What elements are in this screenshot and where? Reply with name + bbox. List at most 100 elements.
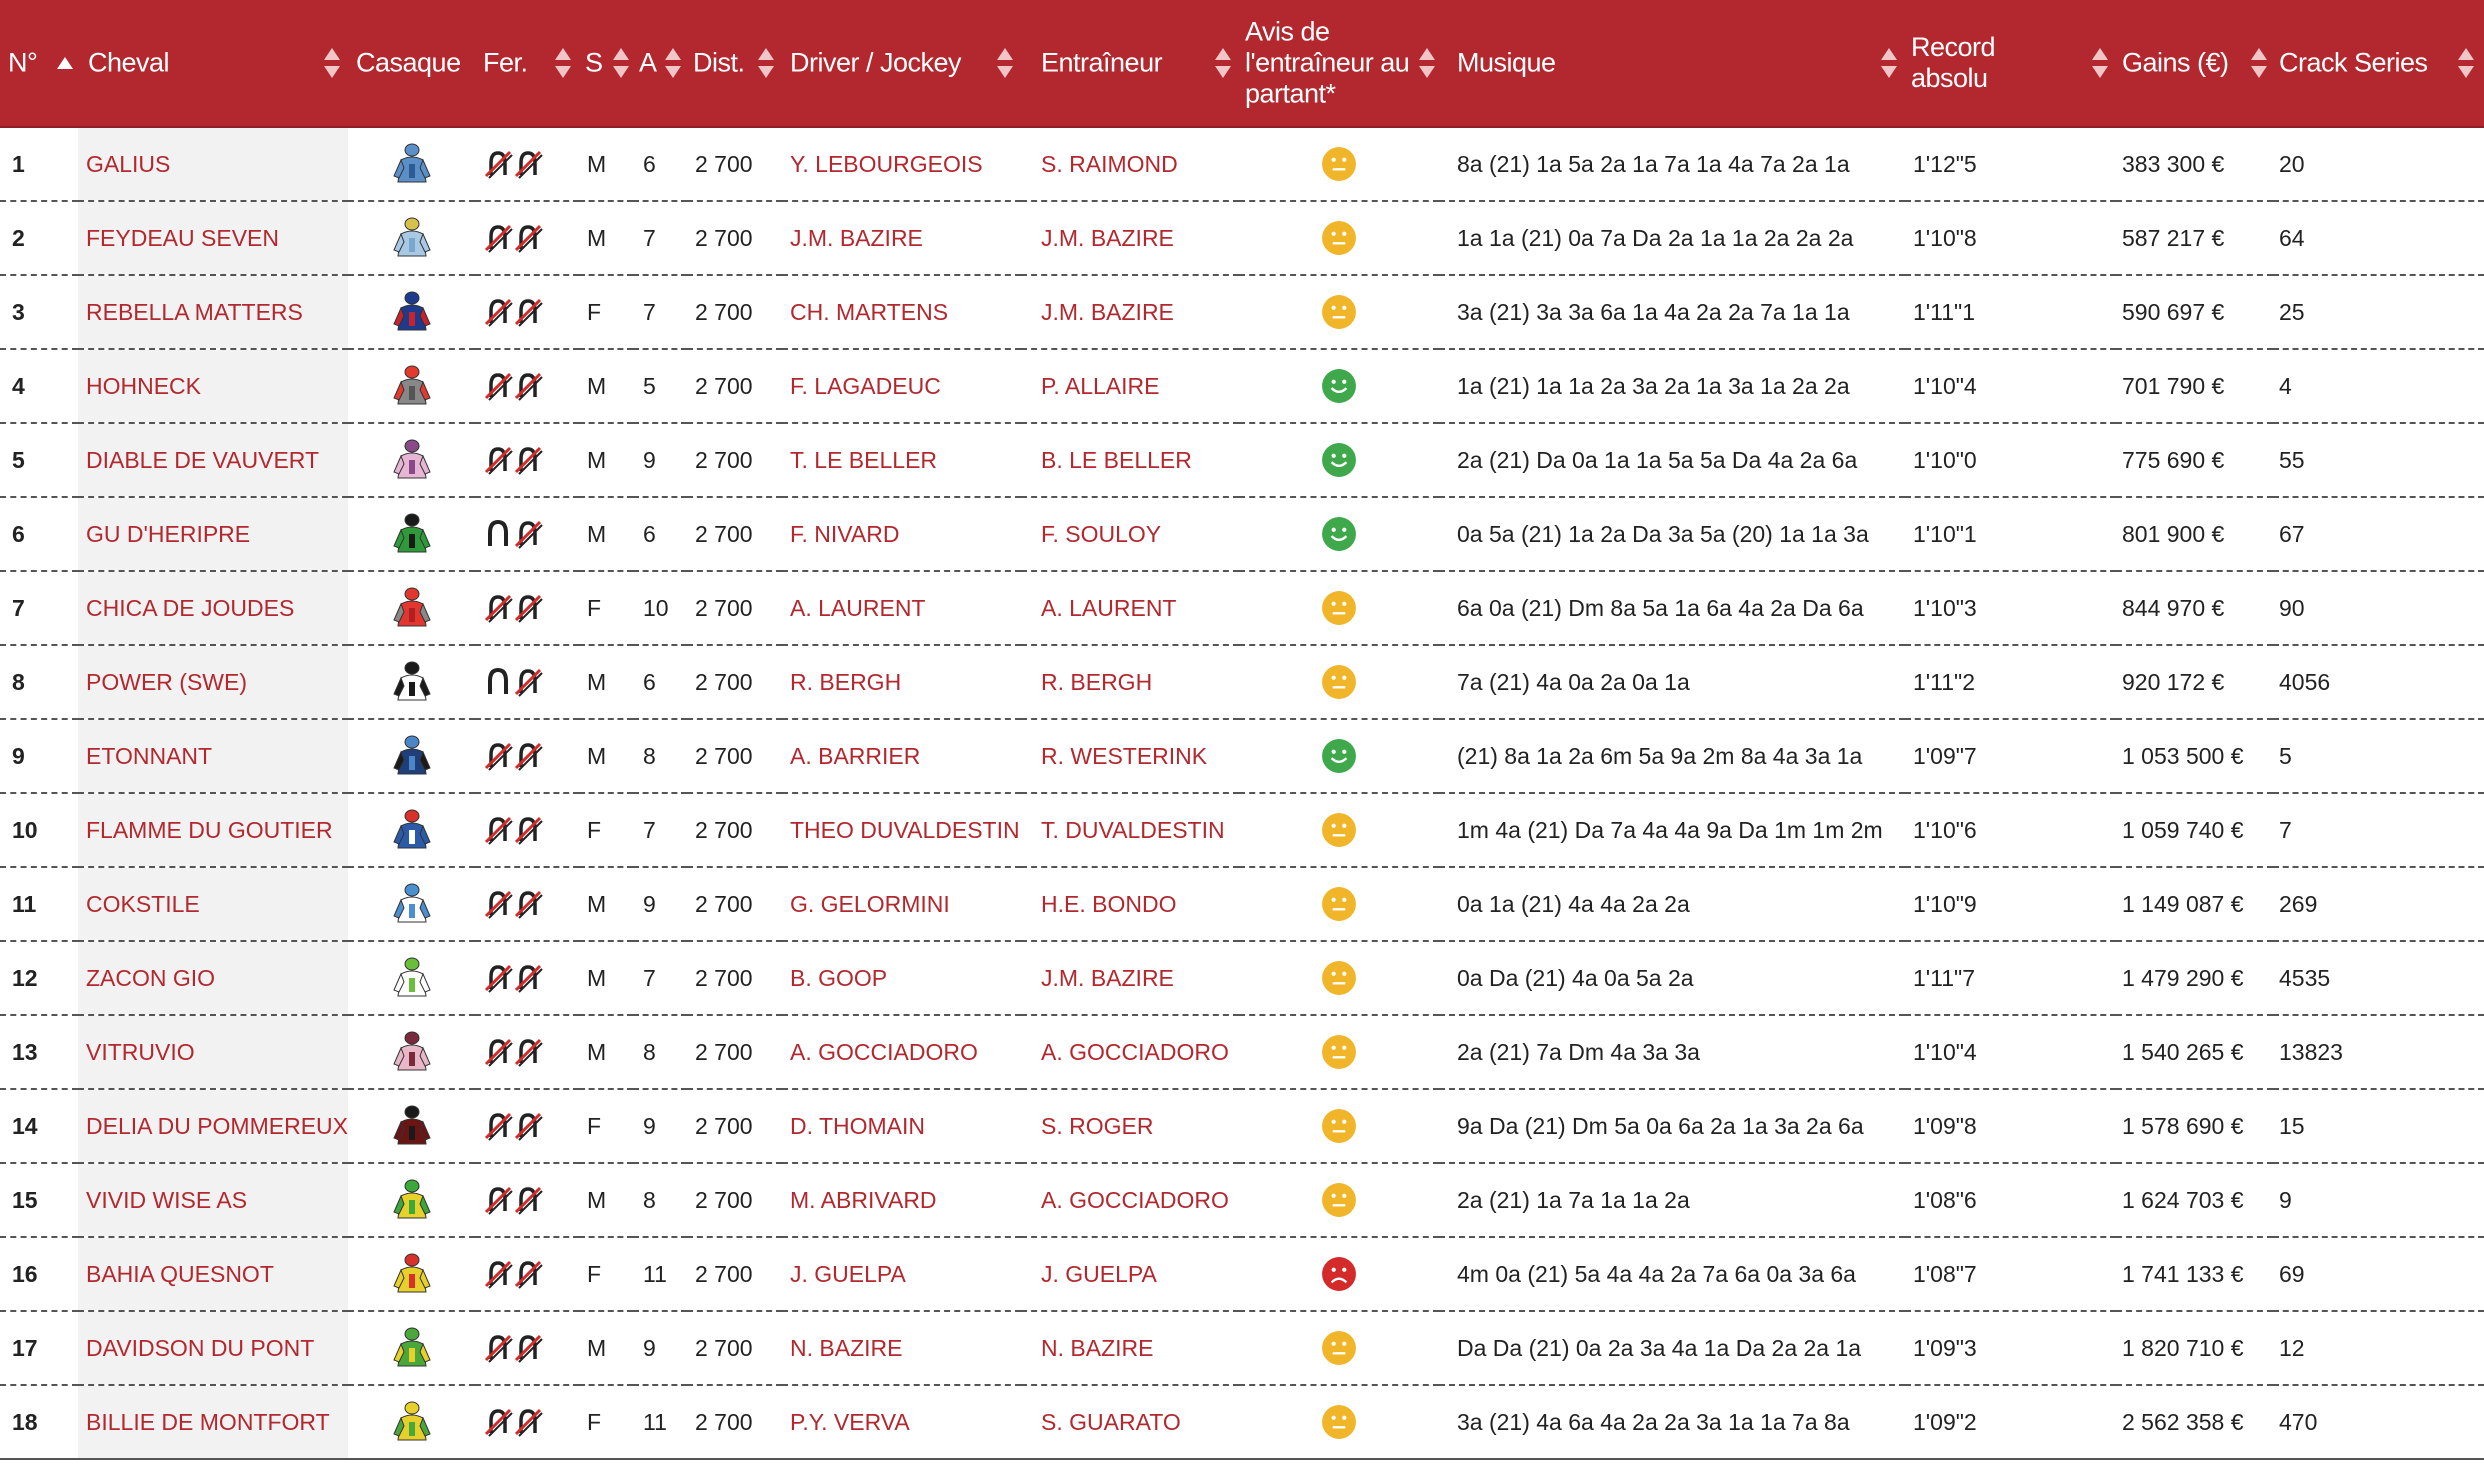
trainer-link[interactable]: R. BERGH (1021, 645, 1239, 720)
table-row[interactable]: 8 POWER (SWE) M 6 2 700 R. BERGH R. BERGH 7a (2… (0, 645, 2484, 720)
horse-name-link[interactable]: VITRUVIO (78, 1015, 348, 1090)
table-row[interactable]: 6 GU D'HERIPRE M 6 2 700 F. NIVARD F. SOULOY 0a… (0, 497, 2484, 572)
driver-link[interactable]: A. BARRIER (782, 719, 1021, 794)
table-row[interactable]: 5 DIABLE DE VAUVERT M 9 2 700 T. LE BELLER B. … (0, 423, 2484, 498)
driver-link[interactable]: F. NIVARD (782, 497, 1021, 572)
trainer-link[interactable]: B. LE BELLER (1021, 423, 1239, 498)
happy-face-icon (1322, 443, 1356, 477)
trainer-link[interactable]: J.M. BAZIRE (1021, 275, 1239, 350)
col-header-shoe[interactable]: Fer. (475, 0, 579, 128)
table-row[interactable]: 10 FLAMME DU GOUTIER F 7 2 700 THEO DUVALDEST… (0, 793, 2484, 868)
col-header-sex[interactable]: S (579, 0, 633, 128)
distance-value: 2 700 (687, 1163, 782, 1238)
driver-link[interactable]: Y. LEBOURGEOIS (782, 127, 1021, 202)
driver-link[interactable]: N. BAZIRE (782, 1311, 1021, 1386)
trainer-link[interactable]: S. ROGER (1021, 1089, 1239, 1164)
trainer-link[interactable]: R. WESTERINK (1021, 719, 1239, 794)
horse-name-link[interactable]: GU D'HERIPRE (78, 497, 348, 572)
horse-name-link[interactable]: CHICA DE JOUDES (78, 571, 348, 646)
driver-link[interactable]: J.M. BAZIRE (782, 201, 1021, 276)
table-row[interactable]: 17 DAVIDSON DU PONT M 9 2 700 N. BAZIRE N. BAZ… (0, 1311, 2484, 1386)
table-row[interactable]: 18 BILLIE DE MONTFORT F 11 2 700 P.Y. VERVA S.… (0, 1385, 2484, 1460)
trainer-link[interactable]: T. DUVALDESTIN (1021, 793, 1239, 868)
table-row[interactable]: 9 ETONNANT M 8 2 700 A. BARRIER R. WESTERINK (2… (0, 719, 2484, 794)
trainer-link[interactable]: N. BAZIRE (1021, 1311, 1239, 1386)
horse-name-link[interactable]: ZACON GIO (78, 941, 348, 1016)
driver-link[interactable]: R. BERGH (782, 645, 1021, 720)
happy-face-icon (1322, 517, 1356, 551)
trainer-link[interactable]: A. LAURENT (1021, 571, 1239, 646)
table-row[interactable]: 11 COKSTILE M 9 2 700 G. GELORMINI H.E. BONDO 0… (0, 867, 2484, 942)
driver-link[interactable]: F. LAGADEUC (782, 349, 1021, 424)
driver-link[interactable]: A. GOCCIADORO (782, 1015, 1021, 1090)
horse-name-link[interactable]: HOHNECK (78, 349, 348, 424)
driver-link[interactable]: A. LAURENT (782, 571, 1021, 646)
col-header-dist[interactable]: Dist. (687, 0, 782, 128)
trainer-link[interactable]: H.E. BONDO (1021, 867, 1239, 942)
col-header-avis[interactable]: Avis de l'entraîneur au partant* (1239, 0, 1439, 128)
music-value: 1m 4a (21) Da 7a 4a 4a 9a Da 1m 1m 2m (1439, 793, 1905, 868)
trainer-link[interactable]: J.M. BAZIRE (1021, 941, 1239, 1016)
driver-link[interactable]: G. GELORMINI (782, 867, 1021, 942)
table-row[interactable]: 7 CHICA DE JOUDES F 10 2 700 A. LAURENT A. LAU… (0, 571, 2484, 646)
horse-name-link[interactable]: FLAMME DU GOUTIER (78, 793, 348, 868)
col-header-trainer[interactable]: Entraîneur (1021, 0, 1239, 128)
record-value: 1'12"5 (1905, 127, 2116, 202)
table-row[interactable]: 12 ZACON GIO M 7 2 700 B. GOOP J.M. BAZIRE 0a D… (0, 941, 2484, 1016)
horse-name-link[interactable]: DAVIDSON DU PONT (78, 1311, 348, 1386)
horse-name-link[interactable]: BILLIE DE MONTFORT (78, 1385, 348, 1460)
col-header-age[interactable]: A (633, 0, 687, 128)
unshod-icon (484, 742, 513, 771)
horse-name-link[interactable]: POWER (SWE) (78, 645, 348, 720)
silk-cell (348, 201, 475, 276)
driver-link[interactable]: J. GUELPA (782, 1237, 1021, 1312)
horse-name-link[interactable]: COKSTILE (78, 867, 348, 942)
col-header-driver[interactable]: Driver / Jockey (782, 0, 1021, 128)
col-header-crack[interactable]: Crack Series (2273, 0, 2484, 128)
trainer-link[interactable]: F. SOULOY (1021, 497, 1239, 572)
driver-link[interactable]: THEO DUVALDESTIN (782, 793, 1021, 868)
horse-name-link[interactable]: FEYDEAU SEVEN (78, 201, 348, 276)
neutral-face-icon (1322, 221, 1356, 255)
trainer-link[interactable]: A. GOCCIADORO (1021, 1163, 1239, 1238)
trainer-link[interactable]: A. GOCCIADORO (1021, 1015, 1239, 1090)
horse-name-link[interactable]: VIVID WISE AS (78, 1163, 348, 1238)
horse-name-link[interactable]: REBELLA MATTERS (78, 275, 348, 350)
horse-name-link[interactable]: DIABLE DE VAUVERT (78, 423, 348, 498)
driver-link[interactable]: T. LE BELLER (782, 423, 1021, 498)
driver-link[interactable]: CH. MARTENS (782, 275, 1021, 350)
table-row[interactable]: 2 FEYDEAU SEVEN M 7 2 700 J.M. BAZIRE J.M. BAZ… (0, 201, 2484, 276)
col-header-music[interactable]: Musique (1439, 0, 1905, 128)
driver-link[interactable]: M. ABRIVARD (782, 1163, 1021, 1238)
table-row[interactable]: 14 DELIA DU POMMEREUX F 9 2 700 D. THOMAIN S. … (0, 1089, 2484, 1164)
unshod-icon (484, 1408, 513, 1437)
unshod-icon (484, 1186, 513, 1215)
gains-value: 1 624 703 € (2116, 1163, 2273, 1238)
table-row[interactable]: 15 VIVID WISE AS M 8 2 700 M. ABRIVARD A. GOCC… (0, 1163, 2484, 1238)
table-row[interactable]: 3 REBELLA MATTERS F 7 2 700 CH. MARTENS J.M. B… (0, 275, 2484, 350)
col-header-horse[interactable]: Cheval (57, 0, 348, 128)
unshod-icon (514, 890, 543, 919)
horse-name-link[interactable]: GALIUS (78, 127, 348, 202)
driver-link[interactable]: P.Y. VERVA (782, 1385, 1021, 1460)
table-row[interactable]: 4 HOHNECK M 5 2 700 F. LAGADEUC P. ALLAIRE 1a (… (0, 349, 2484, 424)
trainer-link[interactable]: J. GUELPA (1021, 1237, 1239, 1312)
horse-name-link[interactable]: DELIA DU POMMEREUX (78, 1089, 348, 1164)
trainer-link[interactable]: S. GUARATO (1021, 1385, 1239, 1460)
driver-link[interactable]: B. GOOP (782, 941, 1021, 1016)
horse-name-link[interactable]: ETONNANT (78, 719, 348, 794)
unshod-icon (484, 372, 513, 401)
table-row[interactable]: 16 BAHIA QUESNOT F 11 2 700 J. GUELPA J. GUELP… (0, 1237, 2484, 1312)
trainer-link[interactable]: J.M. BAZIRE (1021, 201, 1239, 276)
horse-name-link[interactable]: BAHIA QUESNOT (78, 1237, 348, 1312)
col-header-gains[interactable]: Gains (€) (2116, 0, 2273, 128)
unshod-icon (514, 372, 543, 401)
table-row[interactable]: 1 GALIUS M 6 2 700 Y. LEBOURGEOIS S. RAIMOND 8a… (0, 127, 2484, 202)
driver-link[interactable]: D. THOMAIN (782, 1089, 1021, 1164)
runner-number: 3 (0, 275, 78, 350)
trainer-link[interactable]: S. RAIMOND (1021, 127, 1239, 202)
table-row[interactable]: 13 VITRUVIO M 8 2 700 A. GOCCIADORO A. GOCCIAD… (0, 1015, 2484, 1090)
col-header-record[interactable]: Record absolu (1905, 0, 2116, 128)
trainer-link[interactable]: P. ALLAIRE (1021, 349, 1239, 424)
col-header-silk[interactable]: Casaque (348, 0, 475, 128)
